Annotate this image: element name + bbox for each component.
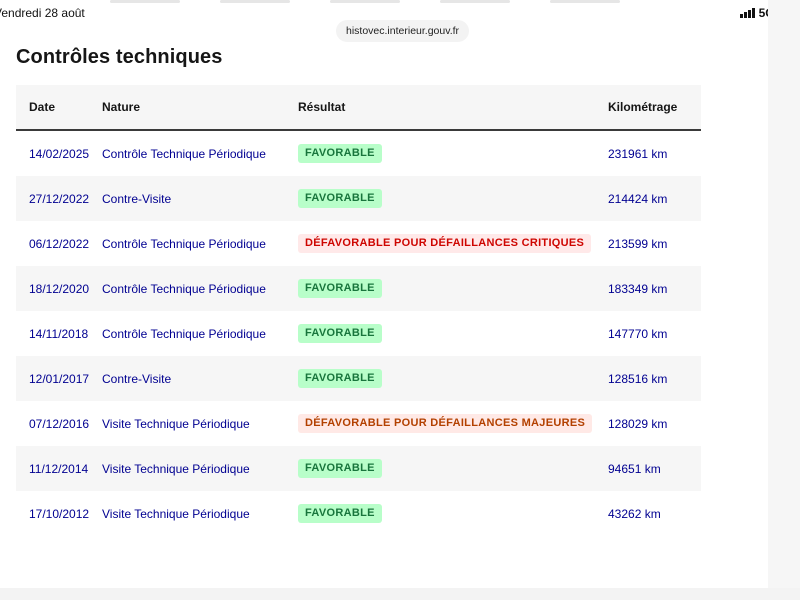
result-badge: FAVORABLE [298,324,382,343]
cell-result: FAVORABLE [298,504,608,523]
cell-mileage: 128029 km [608,416,668,431]
url-bar[interactable]: histovec.interieur.gouv.fr [336,20,470,42]
result-badge: FAVORABLE [298,144,382,163]
cell-nature: Contrôle Technique Périodique [102,146,266,161]
cell-date: 12/01/2017 [29,371,90,386]
cell-result: FAVORABLE [298,459,608,478]
cell-mileage: 183349 km [608,281,668,296]
cellular-signal-icon [739,8,755,18]
cell-date: 18/12/2020 [29,281,90,296]
cell-nature: Contrôle Technique Périodique [102,236,266,251]
result-badge: FAVORABLE [298,189,382,208]
result-badge: FAVORABLE [298,369,382,388]
cell-nature: Visite Technique Périodique [102,416,250,431]
cell-nature: Visite Technique Périodique [102,461,250,476]
table-row: 14/11/2018 Contrôle Technique Périodique F… [16,311,701,356]
cell-mileage: 213599 km [608,236,668,251]
cell-nature: Contre-Visite [102,191,172,206]
cell-date: 06/12/2022 [29,236,90,251]
inspections-table: Date Nature Résultat Kilométrage 14/02/2… [16,85,701,536]
table-row: 12/01/2017 Contre-Visite FAVORABLE 128516 k… [16,356,701,401]
cell-date: 07/12/2016 [29,416,90,431]
result-badge: FAVORABLE [298,279,382,298]
cell-nature: Contrôle Technique Périodique [102,326,266,341]
header-nature: Nature [102,100,141,114]
scroll-area-edge [768,0,800,600]
header-result: Résultat [298,100,346,114]
cell-mileage: 231961 km [608,146,668,161]
table-row: 11/12/2014 Visite Technique Périodique FAV… [16,446,701,491]
status-date: Vendredi 28 août [0,6,85,20]
cell-date: 11/12/2014 [29,461,89,476]
cell-mileage: 94651 km [608,461,661,476]
cell-date: 14/02/2025 [29,146,90,161]
cell-result: DÉFAVORABLE POUR DÉFAILLANCES MAJEURES [298,414,608,433]
table-row: 27/12/2022 Contre-Visite FAVORABLE 214424 k… [16,176,701,221]
table-row: 06/12/2022 Contrôle Technique Périodique D… [16,221,701,266]
result-badge: DÉFAVORABLE POUR DÉFAILLANCES MAJEURES [298,414,593,433]
cell-mileage: 128516 km [608,371,668,386]
result-badge: FAVORABLE [298,504,382,523]
table-body: 14/02/2025 Contrôle Technique Périodique F… [16,131,701,536]
cell-result: FAVORABLE [298,369,608,388]
header-date: Date [29,100,56,114]
cell-date: 17/10/2012 [29,506,90,521]
cell-nature: Contrôle Technique Périodique [102,281,266,296]
cell-result: FAVORABLE [298,189,608,208]
result-badge: FAVORABLE [298,459,382,478]
cell-mileage: 214424 km [608,191,668,206]
table-row: 14/02/2025 Contrôle Technique Périodique F… [16,131,701,176]
cell-result: FAVORABLE [298,324,608,343]
cell-mileage: 43262 km [608,506,661,521]
cell-result: FAVORABLE [298,279,608,298]
result-badge: DÉFAVORABLE POUR DÉFAILLANCES CRITIQUES [298,234,592,253]
table-row: 17/10/2012 Visite Technique Périodique FAV… [16,491,701,536]
table-row: 18/12/2020 Contrôle Technique Périodique F… [16,266,701,311]
table-header: Date Nature Résultat Kilométrage [16,85,701,131]
cell-date: 27/12/2022 [29,191,90,206]
cell-date: 14/11/2018 [29,326,89,341]
cell-nature: Visite Technique Périodique [102,506,250,521]
page-title: Contrôles techniques [16,46,223,68]
header-mileage: Kilométrage [608,100,678,114]
table-row: 07/12/2016 Visite Technique Périodique DÉF… [16,401,701,446]
cell-result: FAVORABLE [298,144,608,163]
cell-result: DÉFAVORABLE POUR DÉFAILLANCES CRITIQUES [298,234,608,253]
cell-nature: Contre-Visite [102,371,172,386]
cell-mileage: 147770 km [608,326,668,341]
bottom-edge [0,588,800,600]
